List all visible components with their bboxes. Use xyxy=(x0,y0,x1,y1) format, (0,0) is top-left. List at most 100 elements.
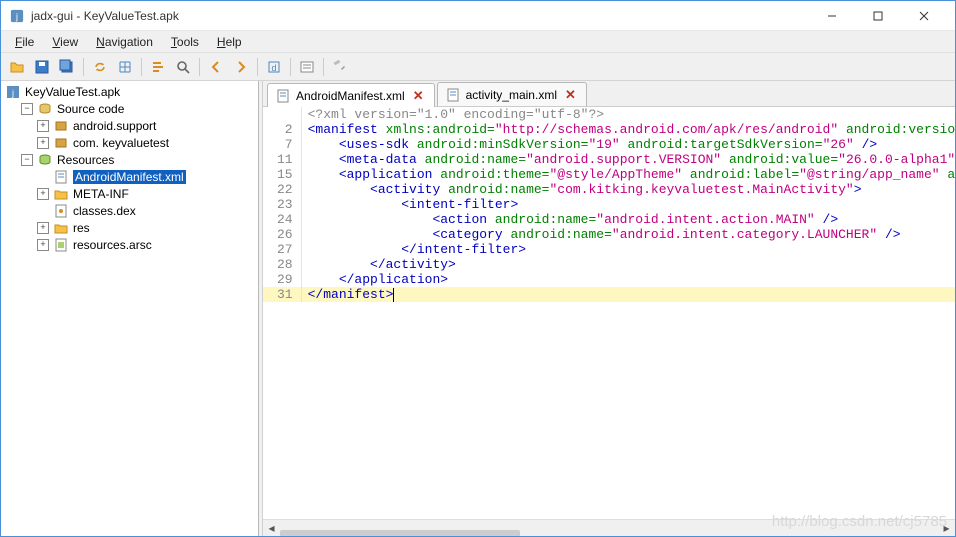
code-line[interactable]: 26 <category android:name="android.inten… xyxy=(263,227,955,242)
log-button[interactable] xyxy=(295,55,319,79)
code-line[interactable]: 22 <activity android:name="com.kitking.k… xyxy=(263,182,955,197)
expand-icon[interactable]: + xyxy=(37,239,49,251)
xml-file-icon xyxy=(276,89,290,103)
search-class-button[interactable] xyxy=(171,55,195,79)
preferences-button[interactable] xyxy=(328,55,352,79)
menu-navigation[interactable]: Navigation xyxy=(88,33,161,51)
line-number: 27 xyxy=(263,242,301,257)
code-content[interactable]: <application android:theme="@style/AppTh… xyxy=(301,167,955,182)
tree-res[interactable]: + res xyxy=(1,219,258,236)
expand-icon[interactable]: + xyxy=(37,222,49,234)
app-icon: j xyxy=(9,8,25,24)
search-text-button[interactable] xyxy=(146,55,170,79)
editor[interactable]: <?xml version="1.0" encoding="utf-8"?>2<… xyxy=(263,107,955,519)
code-content[interactable]: <activity android:name="com.kitking.keyv… xyxy=(301,182,955,197)
code-content[interactable]: </intent-filter> xyxy=(301,242,955,257)
tree-root[interactable]: j KeyValueTest.apk xyxy=(1,83,258,100)
maximize-button[interactable] xyxy=(855,1,901,31)
tabbar: AndroidManifest.xml ✕ activity_main.xml … xyxy=(263,81,955,107)
tree-source-code[interactable]: − Source code xyxy=(1,100,258,117)
code-content[interactable]: <intent-filter> xyxy=(301,197,955,212)
menu-view[interactable]: View xyxy=(44,33,86,51)
scroll-thumb[interactable] xyxy=(280,530,520,536)
code-content[interactable]: </manifest> xyxy=(301,287,955,302)
code-content[interactable]: <meta-data android:name="android.support… xyxy=(301,152,955,167)
line-number: 28 xyxy=(263,257,301,272)
line-number: 15 xyxy=(263,167,301,182)
toolbar: d xyxy=(1,53,955,81)
tab-close-button[interactable]: ✕ xyxy=(563,87,578,103)
svg-text:j: j xyxy=(15,11,18,21)
tree-classes[interactable]: classes.dex xyxy=(1,202,258,219)
scroll-right-button[interactable]: ▸ xyxy=(938,520,955,537)
code-content[interactable]: </activity> xyxy=(301,257,955,272)
code-content[interactable]: <uses-sdk android:minSdkVersion="19" and… xyxy=(301,137,955,152)
content-split: j KeyValueTest.apk − Source code + andro… xyxy=(1,81,955,536)
collapse-icon[interactable]: − xyxy=(21,103,33,115)
code-content[interactable]: </application> xyxy=(301,272,955,287)
tree-metainf[interactable]: + META-INF xyxy=(1,185,258,202)
code-content[interactable]: <?xml version="1.0" encoding="utf-8"?> xyxy=(301,107,955,122)
code-line[interactable]: 15 <application android:theme="@style/Ap… xyxy=(263,167,955,182)
dex-file-icon xyxy=(53,204,69,218)
line-number: 11 xyxy=(263,152,301,167)
menu-file[interactable]: File xyxy=(7,33,42,51)
horizontal-scrollbar[interactable]: ◂ ▸ xyxy=(263,519,955,536)
open-file-button[interactable] xyxy=(5,55,29,79)
flat-packages-button[interactable] xyxy=(113,55,137,79)
save-all-button[interactable] xyxy=(55,55,79,79)
tree-manifest[interactable]: AndroidManifest.xml xyxy=(1,168,258,185)
code-line[interactable]: 28 </activity> xyxy=(263,257,955,272)
code-line[interactable]: 11 <meta-data android:name="android.supp… xyxy=(263,152,955,167)
save-button[interactable] xyxy=(30,55,54,79)
code-line[interactable]: 29 </application> xyxy=(263,272,955,287)
menubar: File View Navigation Tools Help xyxy=(1,31,955,53)
tab-activity-main[interactable]: activity_main.xml ✕ xyxy=(437,82,587,106)
resources-icon xyxy=(37,153,53,167)
scroll-left-button[interactable]: ◂ xyxy=(263,520,280,537)
source-icon xyxy=(37,102,53,116)
titlebar: j jadx-gui - KeyValueTest.apk xyxy=(1,1,955,31)
code-content[interactable]: <category android:name="android.intent.c… xyxy=(301,227,955,242)
code-line[interactable]: 23 <intent-filter> xyxy=(263,197,955,212)
line-number: 23 xyxy=(263,197,301,212)
code-line[interactable]: 31</manifest> xyxy=(263,287,955,302)
editor-pane: AndroidManifest.xml ✕ activity_main.xml … xyxy=(263,81,955,536)
tab-manifest[interactable]: AndroidManifest.xml ✕ xyxy=(267,83,435,107)
expand-icon[interactable]: + xyxy=(37,137,49,149)
code-content[interactable]: <action android:name="android.intent.act… xyxy=(301,212,955,227)
nav-forward-button[interactable] xyxy=(229,55,253,79)
code-line[interactable]: <?xml version="1.0" encoding="utf-8"?> xyxy=(263,107,955,122)
tab-label: AndroidManifest.xml xyxy=(296,89,405,103)
window-title: jadx-gui - KeyValueTest.apk xyxy=(31,9,809,23)
tree-pkg-support[interactable]: + android.support xyxy=(1,117,258,134)
collapse-icon[interactable]: − xyxy=(21,154,33,166)
tab-label: activity_main.xml xyxy=(466,88,557,102)
code-line[interactable]: 27 </intent-filter> xyxy=(263,242,955,257)
menu-help[interactable]: Help xyxy=(209,33,250,51)
line-number: 22 xyxy=(263,182,301,197)
deobfuscate-button[interactable]: d xyxy=(262,55,286,79)
tree-pane[interactable]: j KeyValueTest.apk − Source code + andro… xyxy=(1,81,259,536)
sync-button[interactable] xyxy=(88,55,112,79)
svg-text:j: j xyxy=(11,88,14,98)
line-number: 31 xyxy=(263,287,301,302)
expand-icon[interactable]: + xyxy=(37,188,49,200)
tree-arsc[interactable]: + resources.arsc xyxy=(1,236,258,253)
folder-icon xyxy=(53,187,69,201)
code-line[interactable]: 24 <action android:name="android.intent.… xyxy=(263,212,955,227)
expand-icon[interactable]: + xyxy=(37,120,49,132)
tree-pkg-app[interactable]: + com. keyvaluetest xyxy=(1,134,258,151)
code-line[interactable]: 2<manifest xmlns:android="http://schemas… xyxy=(263,122,955,137)
folder-icon xyxy=(53,221,69,235)
tab-close-button[interactable]: ✕ xyxy=(411,88,426,104)
menu-tools[interactable]: Tools xyxy=(163,33,207,51)
minimize-button[interactable] xyxy=(809,1,855,31)
code-line[interactable]: 7 <uses-sdk android:minSdkVersion="19" a… xyxy=(263,137,955,152)
close-button[interactable] xyxy=(901,1,947,31)
nav-back-button[interactable] xyxy=(204,55,228,79)
line-number: 24 xyxy=(263,212,301,227)
code-content[interactable]: <manifest xmlns:android="http://schemas.… xyxy=(301,122,955,137)
arsc-file-icon xyxy=(53,238,69,252)
tree-resources[interactable]: − Resources xyxy=(1,151,258,168)
